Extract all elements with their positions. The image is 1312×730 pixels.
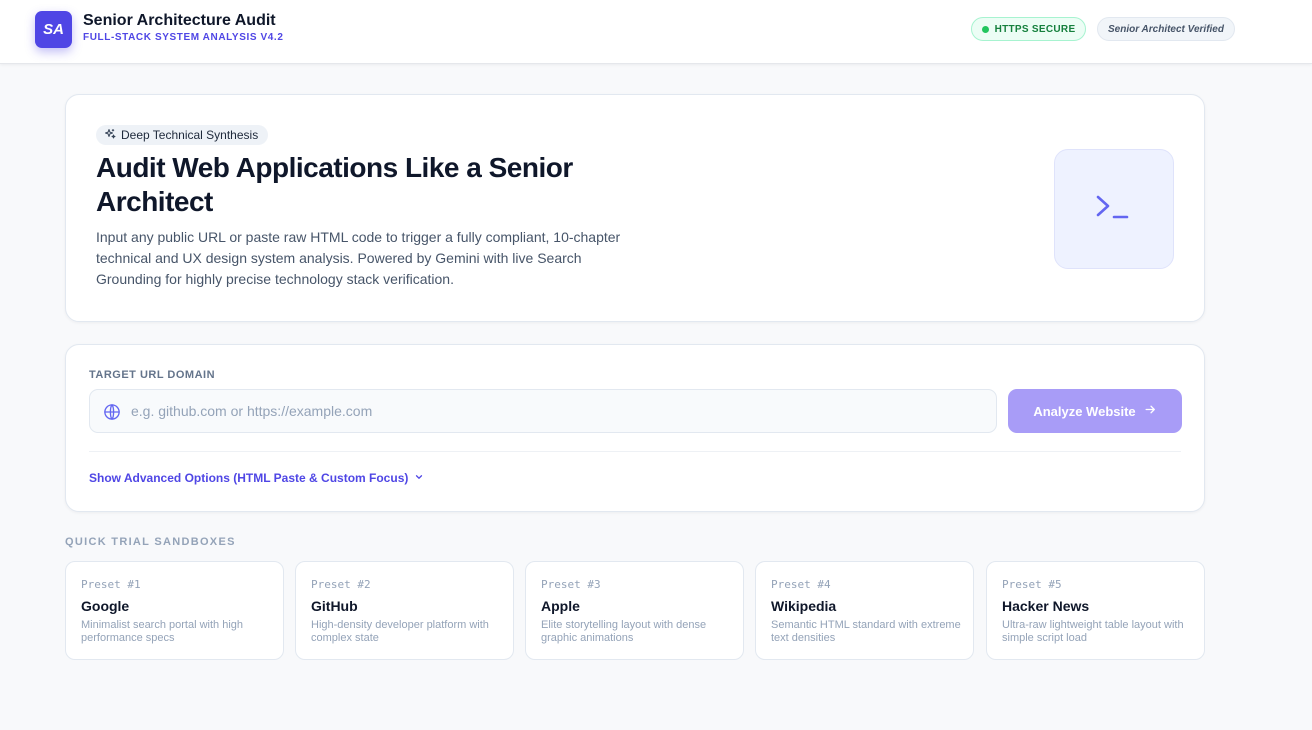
preset-name: GitHub: [311, 598, 358, 614]
preset-name: Apple: [541, 598, 580, 614]
preset-card-apple[interactable]: Preset #3 Apple Elite storytelling layou…: [525, 561, 744, 660]
hero-heading: Audit Web Applications Like a Senior Arc…: [96, 152, 573, 217]
advanced-options-toggle[interactable]: Show Advanced Options (HTML Paste & Cust…: [89, 471, 424, 485]
preset-card-wikipedia[interactable]: Preset #4 Wikipedia Semantic HTML standa…: [755, 561, 974, 660]
app-logo[interactable]: SA: [35, 11, 72, 48]
preset-name: Wikipedia: [771, 598, 837, 614]
advanced-options-label: Show Advanced Options (HTML Paste & Cust…: [89, 471, 409, 485]
hero-description: Input any public URL or paste raw HTML c…: [96, 229, 621, 287]
preset-number: Preset #3: [541, 578, 601, 591]
preset-description: High-density developer platform with com…: [311, 619, 489, 644]
https-secure-label: HTTPS SECURE: [994, 23, 1076, 35]
preset-number: Preset #1: [81, 578, 141, 591]
preset-name: Hacker News: [1002, 598, 1090, 614]
verified-label: Senior Architect Verified: [1108, 23, 1224, 35]
analyze-website-button[interactable]: Analyze Website: [1008, 389, 1182, 433]
terminal-illustration: [1054, 149, 1174, 269]
url-input[interactable]: [131, 390, 981, 432]
sandboxes-section-label: QUICK TRIAL SANDBOXES: [65, 536, 236, 548]
preset-number: Preset #5: [1002, 578, 1062, 591]
sparkles-icon: [104, 128, 116, 143]
chevron-down-icon: [414, 471, 424, 485]
app-title: Senior Architecture Audit: [83, 12, 276, 29]
preset-card-github[interactable]: Preset #2 GitHub High-density developer …: [295, 561, 514, 660]
analyze-button-label: Analyze Website: [1033, 403, 1136, 419]
hero-card: Deep Technical Synthesis Audit Web Appli…: [65, 94, 1205, 322]
form-divider: [89, 451, 1181, 452]
preset-description: Minimalist search portal with high perfo…: [81, 619, 244, 644]
arrow-right-icon: [1144, 403, 1157, 419]
preset-name: Google: [81, 598, 130, 614]
url-input-wrapper[interactable]: [89, 389, 997, 433]
status-dot-icon: [981, 25, 989, 33]
preset-number: Preset #2: [311, 578, 371, 591]
verified-badge: Senior Architect Verified: [1097, 17, 1235, 41]
url-field-label: TARGET URL DOMAIN: [89, 369, 216, 381]
top-header: SA Senior Architecture Audit FULL-STACK …: [0, 0, 1312, 64]
terminal-icon: [1094, 187, 1134, 232]
preset-card-hacker-news[interactable]: Preset #5 Hacker News Ultra-raw lightwei…: [986, 561, 1205, 660]
preset-description: Ultra-raw lightweight table layout with …: [1002, 619, 1184, 644]
preset-number: Preset #4: [771, 578, 831, 591]
feature-pill-label: Deep Technical Synthesis: [121, 128, 259, 142]
feature-pill: Deep Technical Synthesis: [96, 125, 269, 145]
app-subtitle: FULL-STACK SYSTEM ANALYSIS V4.2: [83, 32, 284, 43]
preset-card-google[interactable]: Preset #1 Google Minimalist search porta…: [65, 561, 284, 660]
preset-description: Elite storytelling layout with dense gra…: [541, 619, 707, 644]
https-secure-badge: HTTPS SECURE: [971, 17, 1086, 41]
analysis-form-card: TARGET URL DOMAIN Analyze Website Show A…: [65, 344, 1205, 512]
preset-description: Semantic HTML standard with extreme text…: [771, 619, 961, 644]
globe-icon: [103, 403, 121, 426]
